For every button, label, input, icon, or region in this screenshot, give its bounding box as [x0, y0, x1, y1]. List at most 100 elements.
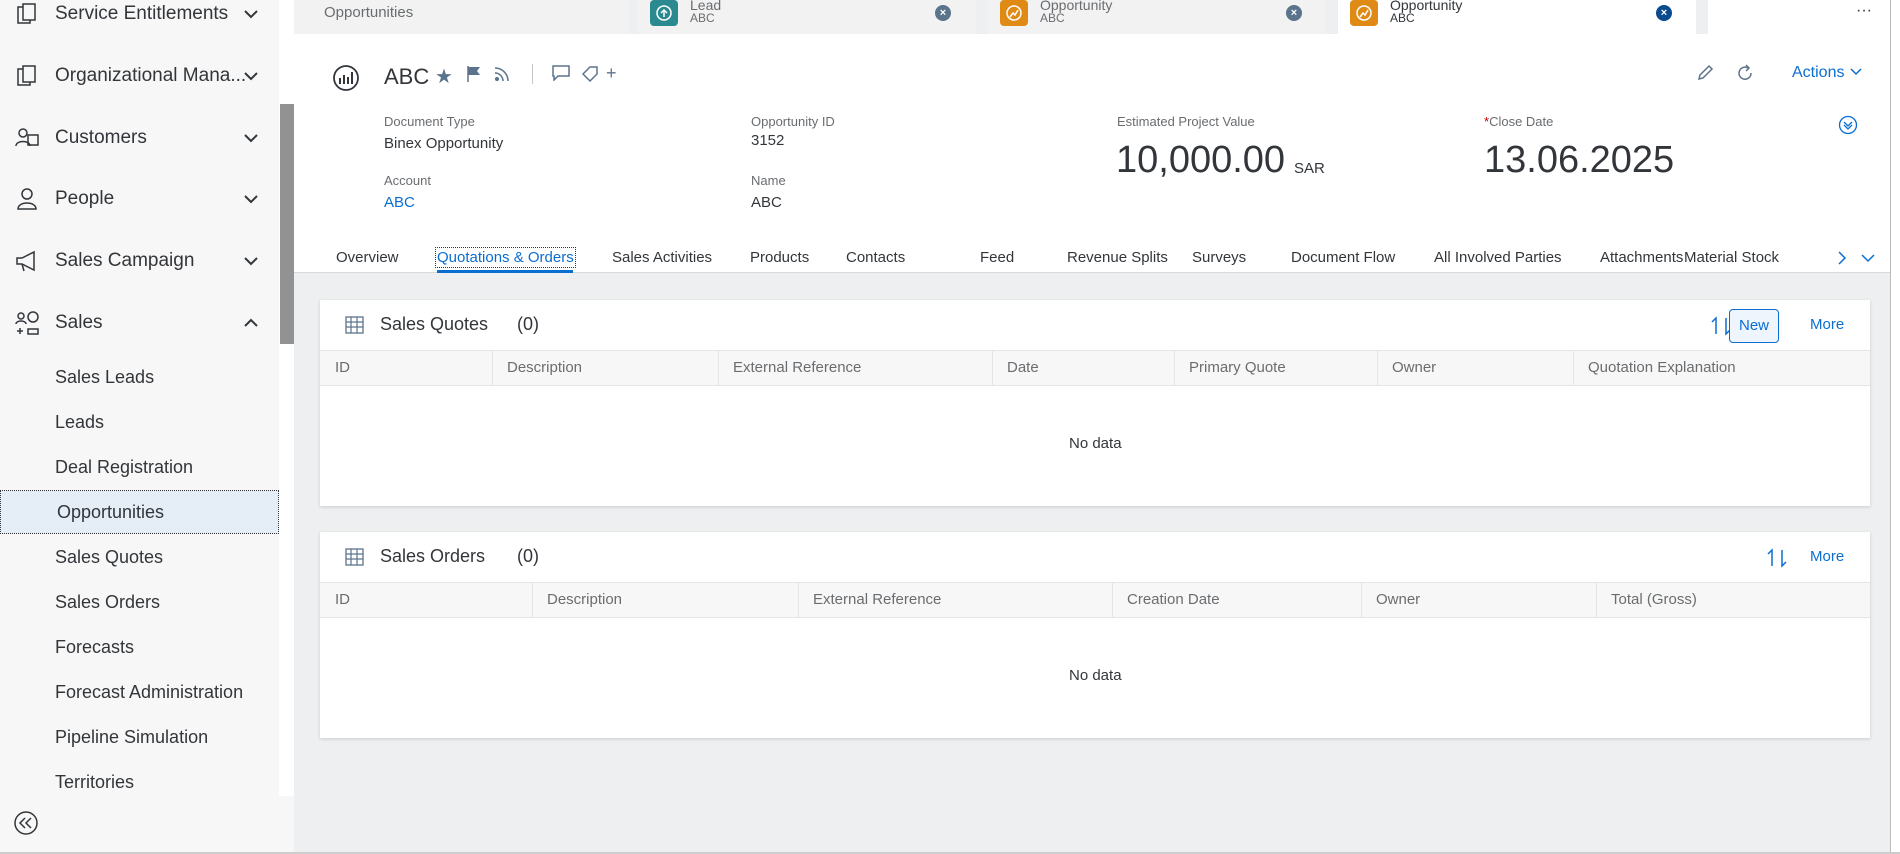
sidebar-item-opportunities[interactable]: Opportunities: [0, 490, 279, 534]
tab-overview[interactable]: Overview: [336, 249, 399, 266]
tab-revenue-splits[interactable]: Revenue Splits: [1067, 249, 1168, 266]
add-tag-button[interactable]: +: [606, 63, 617, 84]
sidebar-footer: [0, 796, 294, 852]
estimated-value-amount: 10,000.00: [1116, 139, 1286, 181]
tab-contacts[interactable]: Contacts: [846, 249, 905, 266]
new-quote-button[interactable]: New: [1729, 309, 1779, 343]
flag-icon[interactable]: [466, 65, 482, 83]
more-button[interactable]: More: [1810, 316, 1844, 333]
sidebar-scrollbar-thumb[interactable]: [280, 104, 294, 344]
tab-lead-abc[interactable]: Lead ABC ×: [638, 0, 976, 34]
sidebar-item-label: Forecast Administration: [55, 681, 244, 702]
sidebar-item-forecasts[interactable]: Forecasts: [0, 625, 279, 669]
tab-attachments[interactable]: Attachments: [1600, 249, 1683, 266]
chevron-down-icon[interactable]: [1860, 251, 1876, 265]
estimated-value-currency: SAR: [1294, 160, 1325, 177]
opportunity-icon: [1350, 0, 1378, 26]
nav-group-label: People: [55, 188, 115, 209]
customers-icon: [14, 125, 40, 151]
nav-group-service-entitlements[interactable]: Service Entitlements: [0, 0, 279, 42]
column-separator: [1573, 351, 1574, 385]
column-header[interactable]: External Reference: [733, 359, 861, 376]
sidebar-item-territories[interactable]: Territories: [0, 760, 279, 796]
column-header[interactable]: Quotation Explanation: [1588, 359, 1736, 376]
tab-document-flow[interactable]: Document Flow: [1291, 249, 1395, 266]
actions-button[interactable]: Actions: [1792, 64, 1863, 82]
column-header[interactable]: Description: [547, 591, 622, 608]
close-icon[interactable]: ×: [1656, 5, 1672, 21]
more-button[interactable]: More: [1810, 548, 1844, 565]
star-icon[interactable]: ★: [435, 64, 453, 89]
rss-icon[interactable]: [494, 66, 510, 82]
tab-opportunity-abc-1[interactable]: Opportunity ABC ×: [988, 0, 1326, 34]
window-right-edge: [1890, 0, 1900, 854]
double-chevron-left-icon[interactable]: [13, 810, 39, 836]
sales-icon: [14, 310, 40, 336]
comment-icon[interactable]: [552, 65, 570, 81]
column-header[interactable]: Description: [507, 359, 582, 376]
column-header[interactable]: Owner: [1392, 359, 1436, 376]
close-icon[interactable]: ×: [935, 5, 951, 21]
tab-opportunities-list[interactable]: Opportunities: [294, 0, 630, 34]
nav-group-label: Organizational Mana...: [55, 65, 247, 86]
sidebar-item-leads[interactable]: Leads: [0, 400, 279, 444]
table-icon: [345, 548, 364, 566]
nav-group-customers[interactable]: Customers: [0, 110, 279, 166]
sidebar-item-label: Deal Registration: [55, 456, 194, 477]
tag-icon[interactable]: [582, 66, 598, 82]
column-separator: [492, 351, 493, 385]
document-type-value: Binex Opportunity: [384, 135, 504, 152]
nav-group-organizational-management[interactable]: Organizational Mana...: [0, 48, 279, 104]
expand-header-icon[interactable]: [1838, 115, 1858, 135]
close-date-label-text: Close Date: [1489, 114, 1554, 129]
sidebar-item-pipeline-simulation[interactable]: Pipeline Simulation: [0, 715, 279, 759]
column-header[interactable]: Owner: [1376, 591, 1420, 608]
tab-products[interactable]: Products: [750, 249, 809, 266]
tab-quotations-orders[interactable]: Quotations & Orders: [435, 247, 576, 268]
sidebar-item-deal-registration[interactable]: Deal Registration: [0, 445, 279, 489]
chevron-up-icon: [244, 318, 258, 327]
tab-surveys[interactable]: Surveys: [1192, 249, 1246, 266]
refresh-icon[interactable]: [1736, 64, 1754, 82]
tab-feed[interactable]: Feed: [980, 249, 1014, 266]
edit-icon[interactable]: [1696, 64, 1714, 82]
name-label: Name: [751, 173, 786, 188]
overflow-menu-icon[interactable]: ···: [1856, 2, 1872, 20]
object-header: ABC ★ + Actions Document Type Binex Oppo…: [294, 34, 1890, 273]
column-header[interactable]: External Reference: [813, 591, 941, 608]
sidebar-item-sales-quotes[interactable]: Sales Quotes: [0, 535, 279, 579]
tab-all-involved-parties[interactable]: All Involved Parties: [1434, 249, 1562, 266]
close-date-label: *Close Date: [1484, 114, 1553, 129]
column-header[interactable]: Primary Quote: [1189, 359, 1286, 376]
account-link[interactable]: ABC: [384, 194, 415, 211]
column-separator: [718, 351, 719, 385]
tab-material-stock[interactable]: Material Stock: [1684, 249, 1779, 266]
nav-group-label: Sales: [55, 312, 103, 333]
opportunity-icon: [1000, 0, 1028, 26]
close-icon[interactable]: ×: [1286, 5, 1302, 21]
column-header[interactable]: ID: [335, 591, 350, 608]
sort-icon[interactable]: [1766, 547, 1788, 569]
sidebar-item-label: Sales Leads: [55, 366, 155, 387]
sidebar-item-sales-leads[interactable]: Sales Leads: [0, 355, 279, 399]
column-separator: [992, 351, 993, 385]
tab-sales-activities[interactable]: Sales Activities: [612, 249, 712, 266]
sidebar-item-forecast-administration[interactable]: Forecast Administration: [0, 670, 279, 714]
sidebar-item-sales-orders[interactable]: Sales Orders: [0, 580, 279, 624]
sidebar-item-label: Forecasts: [55, 636, 135, 657]
tab-subtitle: ABC: [1390, 11, 1415, 25]
column-separator: [798, 583, 799, 617]
column-separator: [1361, 583, 1362, 617]
column-header[interactable]: Total (Gross): [1611, 591, 1697, 608]
chevron-right-icon[interactable]: [1836, 249, 1848, 267]
nav-group-sales-campaign[interactable]: Sales Campaign: [0, 233, 279, 289]
sales-quotes-card: Sales Quotes (0) New More ID Description…: [320, 300, 1870, 506]
column-header[interactable]: ID: [335, 359, 350, 376]
nav-group-people[interactable]: People: [0, 171, 279, 227]
tab-opportunity-abc-2[interactable]: Opportunity ABC ×: [1338, 0, 1696, 34]
column-header[interactable]: Creation Date: [1127, 591, 1220, 608]
toolbar-separator: [532, 64, 533, 84]
opportunity-id-value: 3152: [751, 132, 785, 149]
nav-group-sales[interactable]: Sales: [0, 295, 279, 351]
column-header[interactable]: Date: [1007, 359, 1039, 376]
